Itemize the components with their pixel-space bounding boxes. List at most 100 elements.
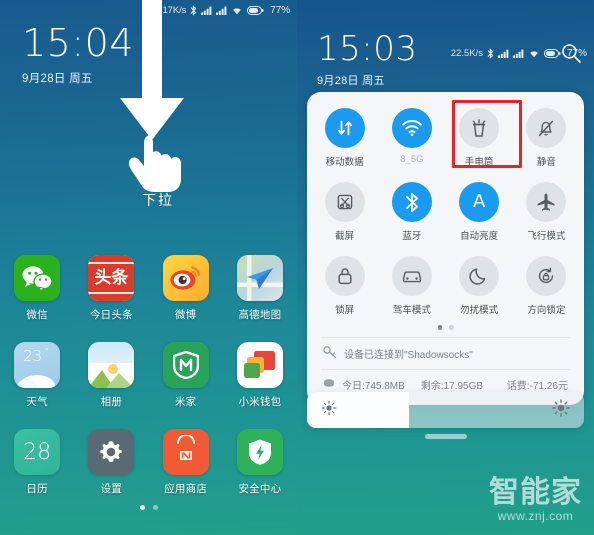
- quick-settings-page-indicator[interactable]: [311, 316, 580, 337]
- cc-clock-date: 9月28日 周五: [317, 75, 385, 87]
- brightness-high-icon: [552, 398, 570, 422]
- home-screen-panel: 1.17K/s 77% 15:04 9月28日 周五 下拉 微信 头条 今日头条…: [0, 0, 297, 535]
- toggle-mute[interactable]: 静音: [513, 108, 580, 168]
- watermark: 智能家 www.znj.com: [489, 475, 582, 524]
- app-item-mijia[interactable]: 米家: [149, 342, 223, 409]
- degree-symbol: °: [45, 347, 49, 356]
- app-grid: 微信 头条 今日头条 微博 高德地图 23 ° 天气 相册 米家 小米钱包 28…: [0, 255, 297, 496]
- toggle-label: 驾车模式: [392, 305, 431, 316]
- toutiao-icon: 头条: [88, 255, 135, 301]
- lock-screen-icon[interactable]: [324, 256, 365, 296]
- app-label: 微博: [174, 309, 197, 321]
- toggle-auto-brightness[interactable]: A 自动亮度: [446, 182, 513, 242]
- cc-page-dot-active[interactable]: [437, 325, 442, 330]
- app-label: 相册: [100, 396, 123, 408]
- app-label: 应用商店: [164, 483, 208, 495]
- cc-clock-widget: 15:03 9月28日 周五: [317, 30, 417, 88]
- signal-sim2-icon: [512, 49, 524, 58]
- home-clock-time: 15:04: [22, 21, 135, 65]
- rotation-lock-icon[interactable]: [526, 256, 567, 296]
- app-item-wechat[interactable]: 微信: [0, 255, 74, 322]
- car-mode-icon[interactable]: [391, 256, 432, 296]
- page-dot-active[interactable]: [139, 505, 145, 510]
- toggle-label: 8_5G: [400, 154, 424, 165]
- toggle-label: 静音: [536, 157, 556, 168]
- auto-brightness-icon[interactable]: A: [459, 182, 500, 222]
- app-item-weibo[interactable]: 微博: [149, 255, 223, 322]
- app-label: 微信: [26, 309, 48, 321]
- usage-today: 今日:745.8MB: [342, 380, 405, 392]
- toggle-airplane-mode[interactable]: 飞行模式: [513, 182, 580, 242]
- control-center-panel: 15:03 9月28日 周五 22.5K/s 77% 移动数据 8_5G 手电筒…: [297, 0, 594, 535]
- cc-status-bar: 22.5K/s 77%: [451, 48, 587, 59]
- toggle-label: 手电筒: [464, 157, 494, 168]
- settings-gear-icon: [88, 429, 135, 475]
- wifi-icon: [231, 6, 243, 15]
- screenshot-root: 1.17K/s 77% 15:04 9月28日 周五 下拉 微信 头条 今日头条…: [0, 0, 594, 535]
- app-item-gallery[interactable]: 相册: [74, 342, 148, 409]
- toggle-flashlight[interactable]: 手电筒: [446, 108, 513, 168]
- signal-sim1-icon: [201, 6, 212, 15]
- app-item-mi-wallet[interactable]: 小米钱包: [223, 342, 297, 409]
- amap-icon: [236, 255, 283, 301]
- bluetooth-icon[interactable]: [391, 182, 432, 222]
- app-item-app-store[interactable]: 应用商店: [149, 429, 223, 496]
- toggle-label: 蓝牙: [402, 231, 422, 242]
- app-item-calendar[interactable]: 28 日历: [0, 429, 74, 496]
- toggle-screenshot[interactable]: 截屏: [311, 182, 378, 242]
- app-item-weather[interactable]: 23 ° 天气: [0, 342, 74, 409]
- page-dot[interactable]: [152, 505, 158, 510]
- cc-page-dot[interactable]: [449, 325, 454, 330]
- toggle-bluetooth[interactable]: 蓝牙: [378, 182, 445, 242]
- toggle-label: 移动数据: [325, 157, 364, 168]
- watermark-logo: 智能家: [489, 475, 582, 510]
- mi-wallet-icon: [236, 342, 283, 388]
- app-item-security-center[interactable]: 安全中心: [223, 429, 297, 496]
- gesture-hint-label: 下拉: [142, 192, 174, 208]
- app-item-amap[interactable]: 高德地图: [223, 255, 297, 322]
- signal-sim2-icon: [216, 6, 227, 15]
- flashlight-icon[interactable]: [459, 108, 500, 148]
- vpn-key-icon: [323, 345, 337, 361]
- security-center-icon: [236, 429, 283, 475]
- wifi-icon[interactable]: [391, 108, 432, 148]
- usage-remaining: 剩余:17.95GB: [420, 380, 484, 392]
- battery-icon: [247, 5, 264, 15]
- toggle-lock-screen[interactable]: 锁屏: [311, 256, 378, 316]
- data-usage-icon: [323, 377, 335, 392]
- toggle-rotation-lock[interactable]: 方向锁定: [513, 256, 580, 316]
- mijia-icon: [162, 342, 209, 388]
- mute-bell-icon[interactable]: [526, 108, 567, 148]
- wechat-icon: [14, 255, 61, 301]
- app-item-toutiao[interactable]: 头条 今日头条: [74, 255, 148, 322]
- vpn-status-row[interactable]: 设备已连接到"Shadowsocks": [311, 338, 580, 369]
- do-not-disturb-moon-icon[interactable]: [459, 256, 500, 296]
- toggle-wifi[interactable]: 8_5G: [378, 108, 445, 168]
- app-label: 天气: [26, 396, 48, 408]
- home-page-indicator[interactable]: [0, 505, 297, 510]
- airplane-icon[interactable]: [526, 182, 567, 222]
- app-label: 日历: [26, 483, 48, 495]
- mobile-data-icon[interactable]: [324, 108, 365, 148]
- toggle-label: 锁屏: [335, 305, 355, 316]
- quick-settings-card: 移动数据 8_5G 手电筒 静音 截屏 蓝牙 A 自动亮度 飞行模式 锁屏 驾车…: [307, 92, 584, 405]
- home-clock-widget[interactable]: 15:04 9月28日 周五: [22, 22, 134, 86]
- toggle-label: 勿扰模式: [460, 305, 499, 316]
- brightness-low-icon: [321, 400, 337, 421]
- toggle-do-not-disturb[interactable]: 勿扰模式: [446, 256, 513, 316]
- home-gesture-indicator[interactable]: [424, 434, 467, 439]
- app-item-settings[interactable]: 设置: [74, 429, 148, 496]
- toggle-label: 自动亮度: [460, 231, 499, 242]
- brightness-slider[interactable]: [307, 392, 584, 428]
- screenshot-icon[interactable]: [324, 182, 365, 222]
- battery-icon: [543, 49, 561, 58]
- weibo-icon: [162, 255, 209, 301]
- calendar-day-badge: 28: [23, 439, 52, 465]
- usage-fee: 话费:-71.26元: [506, 380, 568, 392]
- toggle-mobile-data[interactable]: 移动数据: [311, 108, 378, 168]
- home-clock-date: 9月28日 周五: [22, 73, 93, 85]
- calendar-icon: 28: [14, 429, 61, 475]
- toggle-label: 飞行模式: [527, 231, 566, 242]
- gallery-icon: [88, 342, 135, 388]
- toggle-car-mode[interactable]: 驾车模式: [378, 256, 445, 316]
